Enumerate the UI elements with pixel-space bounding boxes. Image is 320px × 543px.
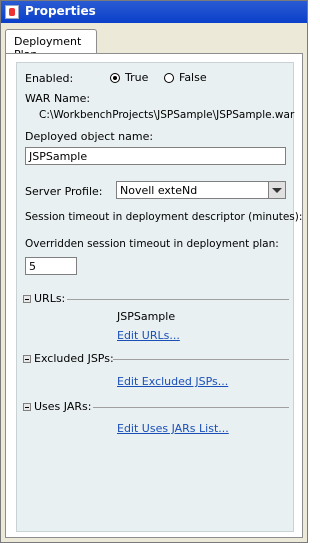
overridden-timeout-label: Overridden session timeout in deployment… <box>25 238 279 250</box>
server-profile-value: Novell exteNd <box>120 184 198 197</box>
excluded-jsps-divider <box>113 359 289 360</box>
urls-divider <box>67 299 289 300</box>
deployment-plan-form: Enabled: True False WAR Name: C:\Workben… <box>16 62 302 532</box>
tab-deployment-plan[interactable]: Deployment Plan <box>5 29 97 61</box>
server-profile-label: Server Profile: <box>25 185 103 198</box>
chevron-down-icon[interactable] <box>268 182 285 198</box>
url-value: JSPSample <box>117 310 176 323</box>
uses-jars-divider <box>93 407 289 408</box>
title-bar[interactable]: Properties <box>1 1 307 23</box>
properties-window: Properties Deployment Plan Enabled: True… <box>0 0 308 543</box>
excluded-jsps-collapse-icon[interactable] <box>23 355 31 363</box>
enabled-false-radio[interactable] <box>164 73 174 83</box>
enabled-label: Enabled: <box>25 72 74 85</box>
uses-jars-collapse-icon[interactable] <box>23 403 31 411</box>
deployed-object-input[interactable]: JSPSample <box>25 147 286 165</box>
uses-jars-section-label: Uses JARs: <box>34 400 92 413</box>
urls-collapse-icon[interactable] <box>23 295 31 303</box>
enabled-false-label[interactable]: False <box>179 71 207 84</box>
app-window-icon <box>5 5 19 19</box>
overridden-timeout-input[interactable]: 5 <box>25 257 77 275</box>
enabled-true-label[interactable]: True <box>125 71 148 84</box>
server-profile-select[interactable]: Novell exteNd <box>116 181 286 199</box>
war-name-label: WAR Name: <box>25 92 91 105</box>
tab-panel: Enabled: True False WAR Name: C:\Workben… <box>5 53 303 538</box>
urls-section-label: URLs: <box>34 292 66 305</box>
window-title: Properties <box>25 4 96 18</box>
edit-urls-link[interactable]: Edit URLs... <box>117 329 180 342</box>
edit-uses-jars-link[interactable]: Edit Uses JARs List... <box>117 422 229 435</box>
session-timeout-label: Session timeout in deployment descriptor… <box>25 211 303 223</box>
enabled-true-radio[interactable] <box>110 73 120 83</box>
excluded-jsps-section-label: Excluded JSPs: <box>34 352 114 365</box>
deployed-object-label: Deployed object name: <box>25 130 154 143</box>
edit-excluded-jsps-link[interactable]: Edit Excluded JSPs... <box>117 375 228 388</box>
war-path: C:\WorkbenchProjects\JSPSample\JSPSample… <box>39 109 295 121</box>
